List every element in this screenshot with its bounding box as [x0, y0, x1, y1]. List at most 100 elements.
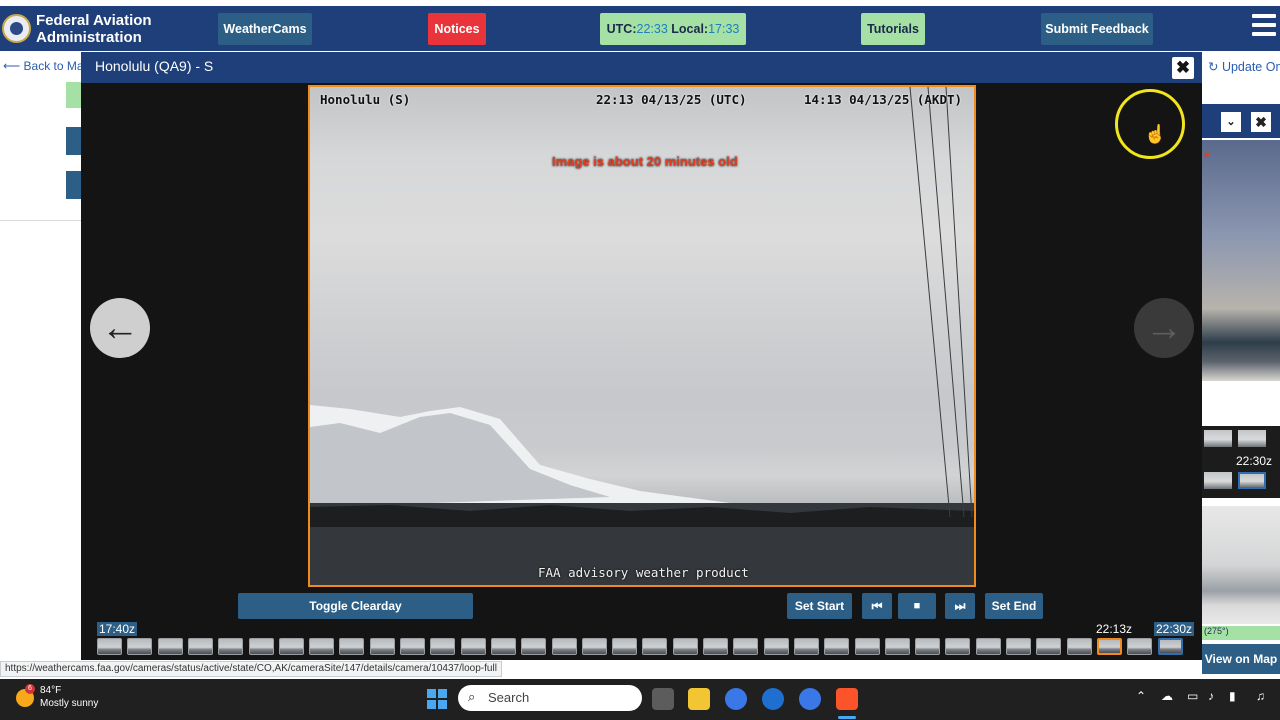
- timeline-thumbnail[interactable]: [552, 638, 577, 655]
- timeline-thumbnail[interactable]: [642, 638, 667, 655]
- timeline-thumbnail[interactable]: [218, 638, 243, 655]
- side-thumbnail[interactable]: [1238, 430, 1266, 447]
- timeline-thumbnail[interactable]: [521, 638, 546, 655]
- chevron-up-icon[interactable]: ⌃: [1136, 689, 1146, 703]
- timeline-thumbnail[interactable]: [400, 638, 425, 655]
- windows-start-icon[interactable]: [427, 689, 447, 709]
- background-button-fragment: [66, 171, 81, 199]
- side-camera-image[interactable]: E: [1202, 140, 1280, 381]
- side-thumbnail[interactable]: [1204, 430, 1232, 447]
- pointer-hand-icon: ☝: [1144, 124, 1167, 144]
- close-icon[interactable]: ✖: [1251, 112, 1271, 132]
- side-thumbnail-group: 22:30z: [1202, 426, 1280, 498]
- active-app-indicator: [838, 716, 856, 719]
- timeline-thumbnail[interactable]: [461, 638, 486, 655]
- timeline-thumbnail[interactable]: [582, 638, 607, 655]
- link-status-url: https://weathercams.faa.gov/cameras/stat…: [0, 661, 502, 677]
- side-thumbnail-selected[interactable]: [1238, 472, 1266, 489]
- file-explorer-icon[interactable]: [688, 688, 710, 710]
- chevron-down-icon[interactable]: ⌄: [1221, 112, 1241, 132]
- set-end-button[interactable]: Set End: [985, 593, 1043, 619]
- side-panel-header: ⌄ ✖: [1202, 104, 1280, 138]
- timeline-thumbnail[interactable]: [158, 638, 183, 655]
- hamburger-menu-icon[interactable]: [1252, 14, 1276, 40]
- timeline-thumbnail[interactable]: [1036, 638, 1061, 655]
- timeline-thumbnail[interactable]: [915, 638, 940, 655]
- timeline-thumbnail[interactable]: [703, 638, 728, 655]
- brave-browser-icon[interactable]: [836, 688, 858, 710]
- timeline-thumbnail[interactable]: [370, 638, 395, 655]
- timeline-thumbnail[interactable]: [824, 638, 849, 655]
- timeline-thumbnail[interactable]: [430, 638, 455, 655]
- timeline-thumbnail[interactable]: [976, 638, 1001, 655]
- side-thumbnail[interactable]: [1204, 472, 1232, 489]
- modal-header: Honolulu (QA9) - S ✖: [81, 52, 1202, 83]
- back-to-map-link[interactable]: ⟵ Back to Map: [3, 59, 90, 73]
- timeline-thumbnail[interactable]: [127, 638, 152, 655]
- edge-browser-icon[interactable]: [762, 688, 784, 710]
- background-divider: [0, 220, 81, 221]
- submit-feedback-button[interactable]: Submit Feedback: [1041, 13, 1153, 45]
- agency-logo-text[interactable]: Federal Aviation Administration: [36, 12, 196, 46]
- timeline-thumbnail[interactable]: [1127, 638, 1152, 655]
- browser-icon[interactable]: [725, 688, 747, 710]
- camera-image[interactable]: Honolulu (S) 22:13 04/13/25 (UTC) 14:13 …: [308, 85, 976, 587]
- notification-bell-icon[interactable]: ♫: [1256, 689, 1265, 703]
- display-icon[interactable]: ▭: [1187, 689, 1198, 703]
- timeline-thumbnail[interactable]: [764, 638, 789, 655]
- previous-camera-arrow-icon[interactable]: ←: [90, 298, 150, 358]
- notices-button[interactable]: Notices: [428, 13, 486, 45]
- volume-icon[interactable]: ♪: [1208, 689, 1214, 703]
- timeline-thumbnail[interactable]: [309, 638, 334, 655]
- update-on-link[interactable]: ↻ Update On: [1208, 59, 1280, 74]
- timeline-thumbnail[interactable]: [249, 638, 274, 655]
- timeline-thumbnail[interactable]: [794, 638, 819, 655]
- side-camera-image-2[interactable]: [1202, 506, 1280, 624]
- toggle-clearday-button[interactable]: Toggle Clearday: [238, 593, 473, 619]
- background-green-block: [66, 82, 81, 108]
- pause-icon[interactable]: ■: [898, 593, 936, 619]
- overlay-local-timestamp: 14:13 04/13/25 (AKDT): [804, 92, 963, 107]
- tutorials-button[interactable]: Tutorials: [861, 13, 925, 45]
- utc-time: 22:33: [636, 22, 668, 36]
- weather-badge: 6: [25, 684, 35, 694]
- overlay-site-name: Honolulu (S): [320, 92, 411, 107]
- side-camera-caption: (275°): [1202, 626, 1280, 640]
- timeline-thumbnail[interactable]: [673, 638, 698, 655]
- set-start-button[interactable]: Set Start: [787, 593, 852, 619]
- secondary-camera-panel: ⌄ ✖ E 22:30z (275°): [1202, 104, 1280, 660]
- skip-to-last-icon[interactable]: ⏭: [945, 593, 975, 619]
- timeline-thumbnail[interactable]: [1158, 638, 1183, 655]
- weathercams-button[interactable]: WeatherCams: [218, 13, 312, 45]
- weather-condition[interactable]: Mostly sunny: [40, 698, 98, 709]
- timeline-thumbnail[interactable]: [188, 638, 213, 655]
- timeline-thumbnail[interactable]: [491, 638, 516, 655]
- timeline-thumbnail[interactable]: [97, 638, 122, 655]
- taskbar-search-input[interactable]: ⌕ Search: [458, 685, 642, 711]
- task-view-icon[interactable]: [652, 688, 674, 710]
- view-on-map-button[interactable]: View on Map: [1202, 644, 1280, 674]
- browser-icon[interactable]: [799, 688, 821, 710]
- local-label: Local:: [671, 22, 709, 36]
- timeline-thumbnail[interactable]: [733, 638, 758, 655]
- onedrive-cloud-icon[interactable]: ☁: [1161, 689, 1173, 703]
- arrow-left-icon: ⟵: [3, 59, 24, 73]
- agency-name-line1: Federal Aviation: [36, 12, 152, 29]
- timeline-thumbnail[interactable]: [1067, 638, 1092, 655]
- weather-temperature[interactable]: 84°F: [40, 685, 61, 696]
- next-camera-arrow-icon[interactable]: →: [1134, 298, 1194, 358]
- timeline-thumbnail[interactable]: [945, 638, 970, 655]
- timeline-thumbnail[interactable]: [1097, 638, 1122, 655]
- timeline-thumbnail[interactable]: [855, 638, 880, 655]
- timeline-thumbnail[interactable]: [885, 638, 910, 655]
- timeline-thumbnail[interactable]: [612, 638, 637, 655]
- skip-to-first-icon[interactable]: ⏮: [862, 593, 892, 619]
- timeline-thumbnail[interactable]: [279, 638, 304, 655]
- timeline-thumbnail[interactable]: [339, 638, 364, 655]
- timeline-thumbnail[interactable]: [1006, 638, 1031, 655]
- utc-label: UTC:: [606, 22, 637, 36]
- battery-icon[interactable]: ▮: [1229, 689, 1236, 703]
- close-icon[interactable]: ✖: [1172, 57, 1194, 79]
- modal-title: Honolulu (QA9) - S: [95, 58, 214, 74]
- faa-seal-icon[interactable]: [2, 14, 31, 43]
